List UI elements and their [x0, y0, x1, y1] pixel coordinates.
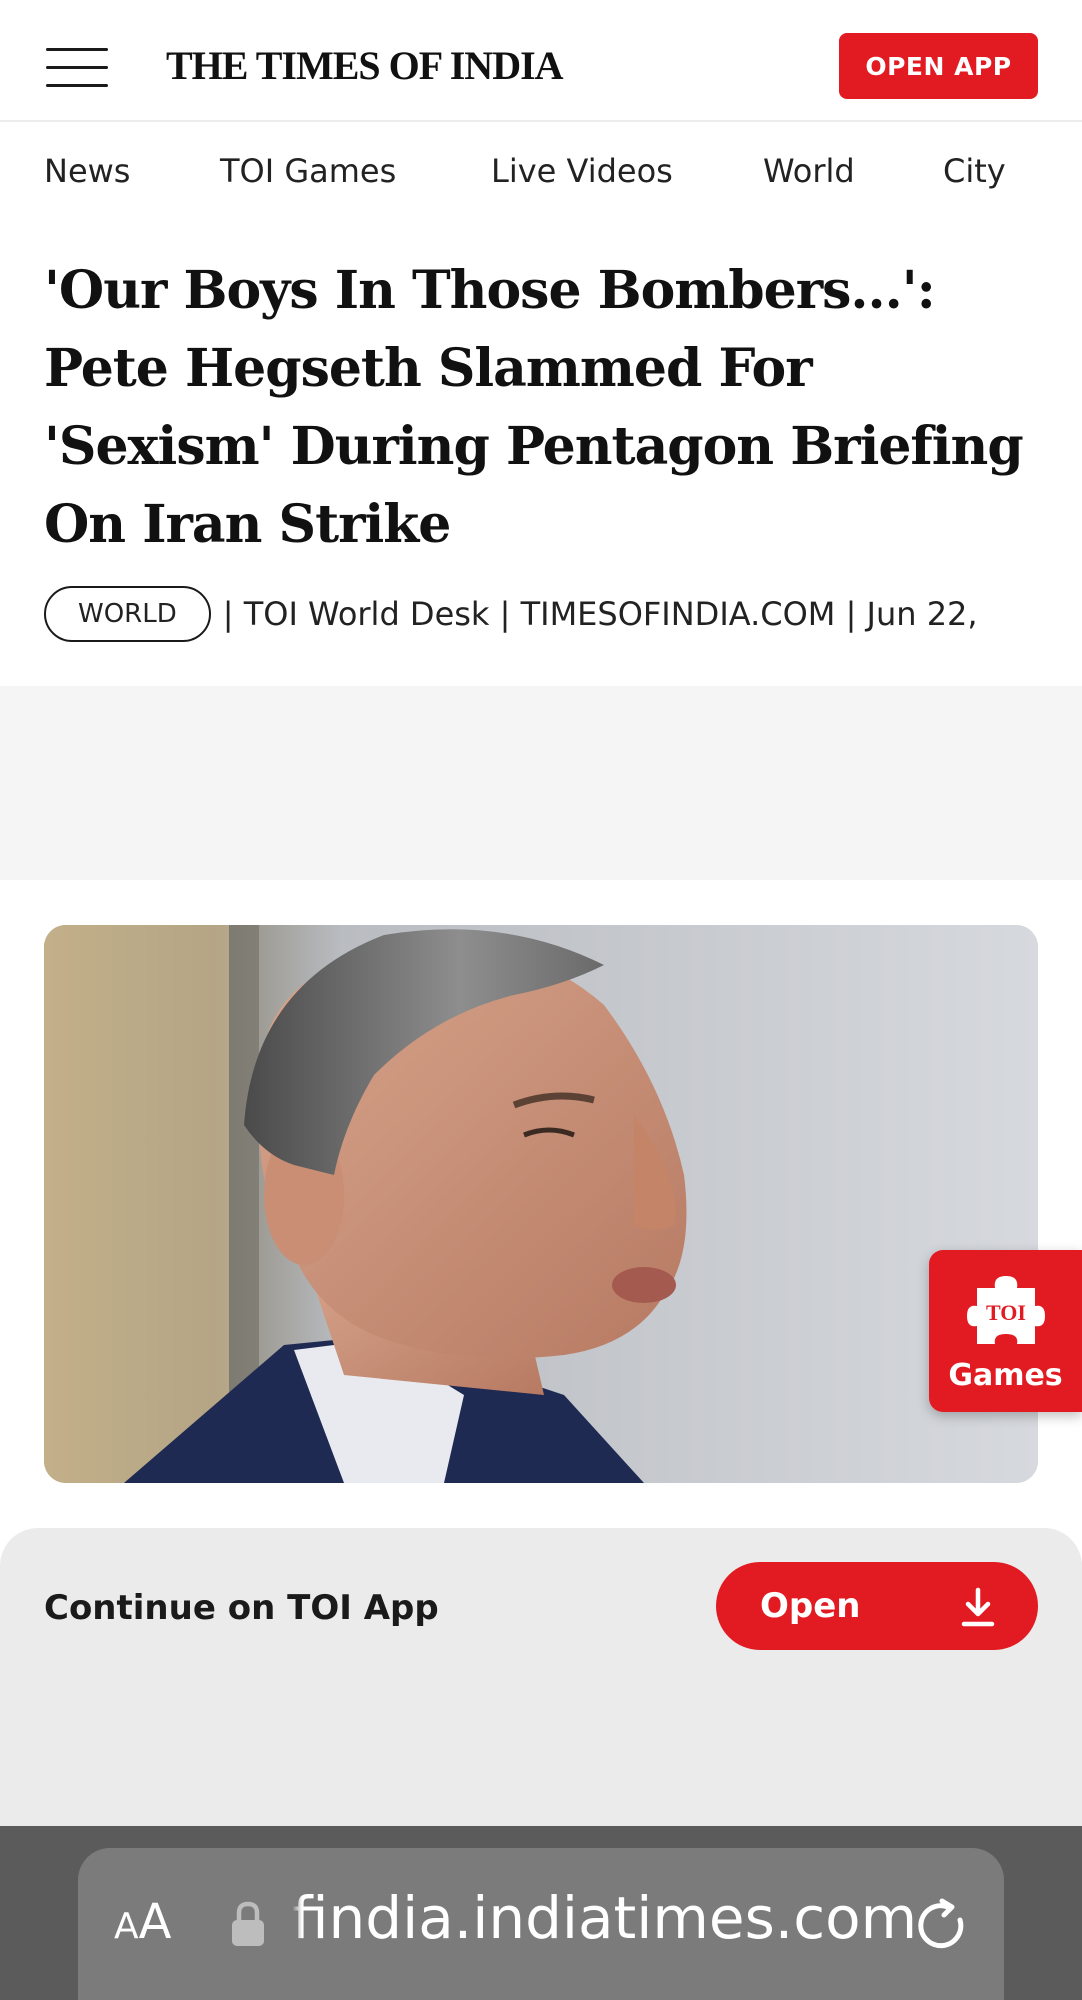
continue-on-app-banner: Continue on TOI App Open: [0, 1528, 1082, 1828]
top-nav: News TOI Games Live Videos World City: [0, 122, 1082, 222]
nav-item-news[interactable]: News: [44, 152, 130, 190]
url-text[interactable]: findia.indiatimes.com: [292, 1884, 972, 1952]
ad-placeholder: [0, 686, 1082, 880]
article-byline: WORLD | TOI World Desk | TIMESOFINDIA.CO…: [44, 586, 1082, 642]
article-image[interactable]: [44, 925, 1038, 1483]
category-tag[interactable]: WORLD: [44, 586, 211, 642]
browser-toolbar: AA findia.indiatimes.com: [0, 1826, 1082, 2000]
headline-line: On Iran Strike: [44, 494, 451, 555]
site-logo[interactable]: THE TIMES OF INDIA: [166, 42, 564, 89]
open-in-app-button[interactable]: Open: [716, 1562, 1038, 1650]
byline-meta: | TOI World Desk | TIMESOFINDIA.COM | Ju…: [222, 595, 978, 633]
menu-icon[interactable]: [46, 48, 108, 88]
aa-small: A: [114, 1906, 139, 1947]
puzzle-icon: TOI: [967, 1276, 1045, 1344]
address-bar[interactable]: AA findia.indiatimes.com: [78, 1848, 1004, 2000]
toi-games-button[interactable]: TOI Games: [929, 1250, 1082, 1412]
puzzle-badge-text: TOI: [986, 1300, 1026, 1325]
article-headline: 'Our Boys In Those Bombers...': Pete Heg…: [44, 252, 1044, 564]
continue-on-app-text: Continue on TOI App: [44, 1588, 439, 1628]
nav-item-world[interactable]: World: [763, 152, 855, 190]
nav-item-toi-games[interactable]: TOI Games: [220, 152, 396, 190]
download-icon: [961, 1587, 995, 1627]
games-label: Games: [948, 1358, 1063, 1393]
open-app-button[interactable]: OPEN APP: [839, 33, 1038, 99]
lock-icon: [232, 1901, 264, 1946]
nav-item-live-videos[interactable]: Live Videos: [491, 152, 673, 190]
aa-large: A: [138, 1894, 172, 1950]
headline-line: Pete Hegseth Slammed For: [44, 338, 813, 399]
headline-line: 'Our Boys In Those Bombers...':: [44, 260, 936, 321]
article-photo: [44, 925, 1038, 1483]
headline-line: 'Sexism' During Pentagon Briefing: [44, 416, 1024, 477]
reload-icon[interactable]: [914, 1898, 970, 1954]
site-header: THE TIMES OF INDIA OPEN APP: [0, 0, 1082, 122]
nav-item-city[interactable]: City: [943, 152, 1006, 190]
open-button-label: Open: [760, 1586, 861, 1626]
reader-text-size-button[interactable]: AA: [114, 1894, 171, 1950]
